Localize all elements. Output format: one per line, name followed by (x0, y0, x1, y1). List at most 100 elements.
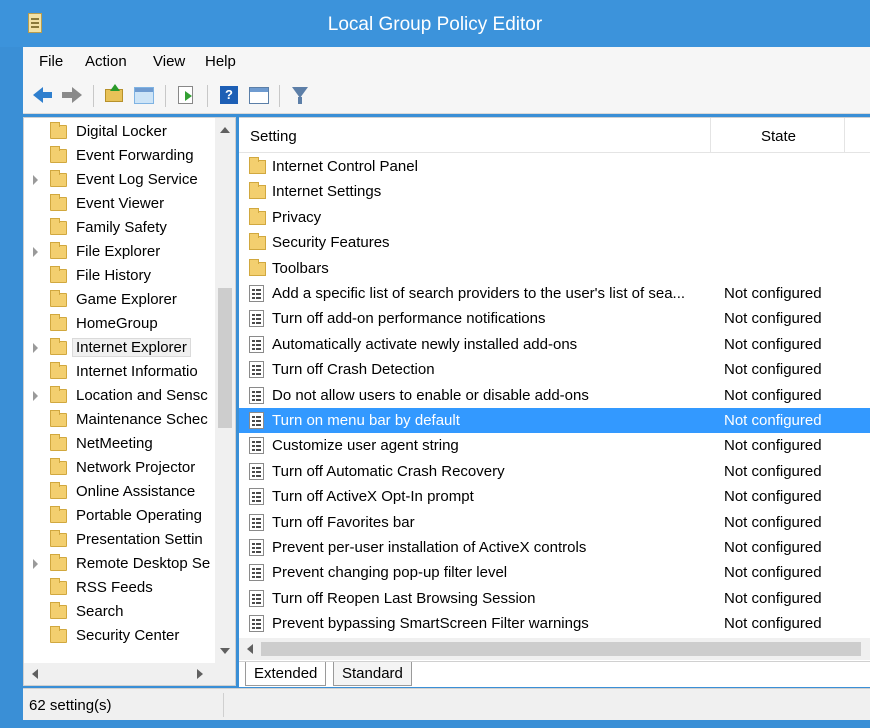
column-divider[interactable] (844, 118, 845, 153)
tree-item[interactable]: Maintenance Schec (24, 409, 214, 433)
tree-item[interactable]: Game Explorer (24, 289, 214, 313)
folder-icon (50, 410, 67, 427)
folder-icon (50, 602, 67, 619)
toolbar-separator (93, 85, 94, 107)
setting-state: Not configured (724, 615, 822, 633)
scroll-thumb[interactable] (261, 642, 861, 656)
menu-view[interactable]: View (153, 53, 185, 70)
tree-item[interactable]: Event Forwarding (24, 145, 214, 169)
expand-arrow-icon[interactable] (33, 559, 38, 569)
folder-icon (249, 233, 266, 251)
tree-item[interactable]: Presentation Settin (24, 529, 214, 553)
tree-item[interactable]: Remote Desktop Se (24, 553, 214, 577)
tree-item-label: Event Forwarding (76, 147, 194, 164)
folder-icon (50, 554, 67, 571)
folder-row[interactable]: Internet Settings (239, 179, 870, 204)
expand-arrow-icon[interactable] (33, 247, 38, 257)
setting-row[interactable]: Turn off Automatic Crash Recovery Not con… (239, 459, 870, 484)
up-folder-icon[interactable] (103, 84, 125, 106)
setting-row[interactable]: Prevent bypassing SmartScreen Filter war… (239, 611, 870, 636)
menu-file[interactable]: File (39, 53, 63, 70)
setting-row[interactable]: Automatically activate newly installed a… (239, 332, 870, 357)
filter-icon[interactable] (289, 84, 311, 106)
tree-item[interactable]: Digital Locker (24, 121, 214, 145)
scroll-right-icon[interactable] (197, 669, 203, 679)
column-state-header[interactable]: State (761, 128, 796, 145)
scroll-left-icon[interactable] (32, 669, 38, 679)
tree-item[interactable]: Family Safety (24, 217, 214, 241)
scroll-left-icon[interactable] (247, 644, 253, 654)
folder-row[interactable]: Security Features (239, 230, 870, 255)
setting-row[interactable]: Turn on menu bar by default Not configure… (239, 408, 870, 433)
menu-help[interactable]: Help (205, 53, 236, 70)
expand-arrow-icon[interactable] (33, 175, 38, 185)
expand-arrow-icon[interactable] (33, 391, 38, 401)
folder-icon (50, 242, 67, 259)
show-hide-action-pane-icon[interactable] (248, 84, 270, 106)
setting-row[interactable]: Prevent changing pop-up filter level Not … (239, 560, 870, 585)
forward-icon[interactable] (61, 84, 83, 106)
setting-row[interactable]: Add a specific list of search providers … (239, 281, 870, 306)
setting-name: Prevent changing pop-up filter level (272, 564, 508, 582)
setting-row[interactable]: Prevent per-user installation of ActiveX… (239, 535, 870, 560)
tree-horizontal-scrollbar[interactable] (24, 663, 235, 685)
setting-state: Not configured (724, 412, 822, 429)
tab-standard[interactable]: Standard (333, 662, 412, 686)
tree-item[interactable]: HomeGroup (24, 313, 214, 337)
tab-extended[interactable]: Extended (245, 662, 327, 686)
setting-state: Not configured (724, 361, 822, 379)
help-icon[interactable]: ? (218, 84, 240, 106)
folder-row[interactable]: Privacy (239, 205, 870, 230)
tree-item-label: Digital Locker (76, 123, 167, 140)
tree-item[interactable]: Internet Informatio (24, 361, 214, 385)
tree-item[interactable]: Search (24, 601, 214, 625)
setting-row[interactable]: Turn off Reopen Last Browsing Session Not… (239, 586, 870, 611)
column-setting-header[interactable]: Setting (250, 128, 297, 145)
setting-row[interactable]: Customize user agent string Not configure… (239, 433, 870, 458)
expand-arrow-icon[interactable] (33, 343, 38, 353)
folder-row[interactable]: Internet Control Panel (239, 154, 870, 179)
policy-setting-icon (249, 564, 264, 582)
folder-icon (50, 194, 67, 211)
tree-item[interactable]: Location and Sensc (24, 385, 214, 409)
setting-state: Not configured (724, 335, 822, 353)
tree-item[interactable]: File Explorer (24, 241, 214, 265)
setting-row[interactable]: Turn off add-on performance notification… (239, 306, 870, 331)
setting-name: Security Features (272, 234, 390, 252)
list-horizontal-scrollbar[interactable] (239, 638, 870, 660)
tree-item[interactable]: Portable Operating (24, 505, 214, 529)
tree-item-label: Online Assistance (76, 483, 196, 500)
tree-vertical-scrollbar[interactable] (215, 118, 235, 663)
setting-row[interactable]: Turn off Crash Detection Not configured (239, 357, 870, 382)
tree-item[interactable]: Event Viewer (24, 193, 214, 217)
console-tree[interactable]: Digital Locker Event Forwarding Event Log … (23, 117, 236, 686)
setting-row[interactable]: Do not allow users to enable or disable … (239, 383, 870, 408)
tree-item[interactable]: File History (24, 265, 214, 289)
setting-state: Not configured (724, 564, 822, 582)
tree-item[interactable]: Online Assistance (24, 481, 214, 505)
scroll-thumb[interactable] (218, 288, 232, 428)
setting-name: Turn off Favorites bar (272, 513, 415, 531)
tree-item[interactable]: Network Projector (24, 457, 214, 481)
menu-action[interactable]: Action (85, 53, 127, 70)
tree-item[interactable]: Internet Explorer (24, 337, 214, 361)
show-hide-console-tree-icon[interactable] (133, 84, 155, 106)
setting-row[interactable]: Turn off ActiveX Opt-In prompt Not config… (239, 484, 870, 509)
policy-setting-icon (249, 361, 264, 379)
tree-item[interactable]: RSS Feeds (24, 577, 214, 601)
title-bar[interactable]: Local Group Policy Editor (0, 0, 870, 47)
tree-item-label: Game Explorer (76, 291, 177, 308)
scroll-down-icon[interactable] (220, 648, 230, 654)
export-list-icon[interactable] (175, 84, 197, 106)
setting-row[interactable]: Turn off Favorites bar Not configured (239, 510, 870, 535)
policy-setting-icon (249, 412, 264, 429)
tree-item[interactable]: NetMeeting (24, 433, 214, 457)
back-icon[interactable] (31, 84, 53, 106)
tree-item[interactable]: Security Center (24, 625, 214, 649)
policy-setting-icon (249, 310, 264, 328)
folder-row[interactable]: Toolbars (239, 256, 870, 281)
column-divider[interactable] (710, 118, 711, 153)
folder-icon (249, 157, 266, 174)
scroll-up-icon[interactable] (220, 127, 230, 133)
tree-item[interactable]: Event Log Service (24, 169, 214, 193)
